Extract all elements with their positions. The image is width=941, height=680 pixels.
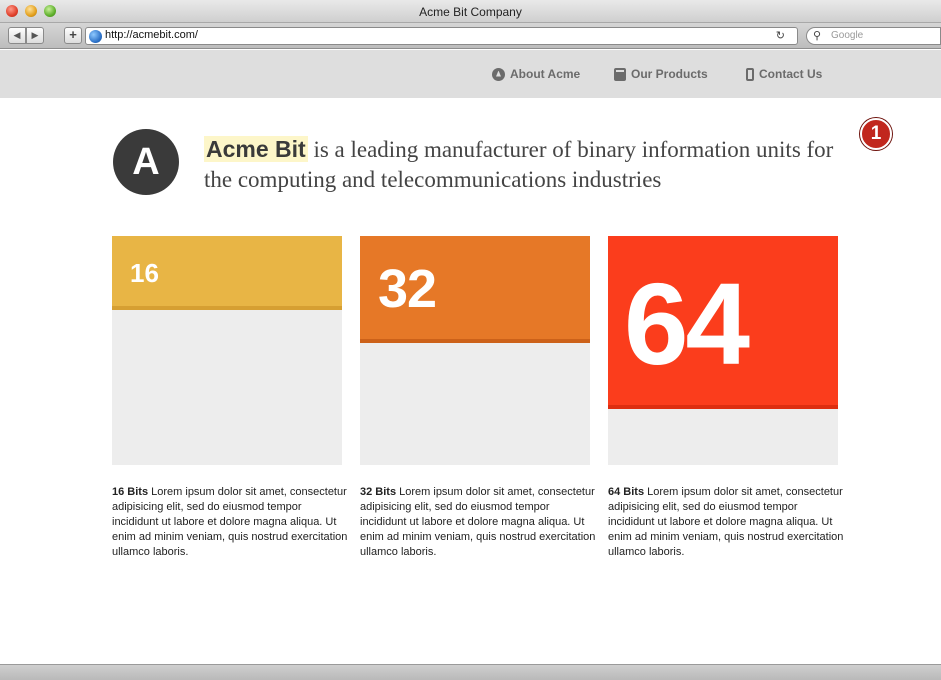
search-icon[interactable]: ⚲ xyxy=(813,29,821,42)
search-placeholder: Google xyxy=(831,30,864,41)
window-titlebar: Acme Bit Company xyxy=(0,0,941,23)
description-body: Lorem ipsum dolor sit amet, consectetur … xyxy=(608,486,844,558)
nav-link-label: Our Products xyxy=(631,67,708,81)
url-text[interactable]: http://acmebit.com/ xyxy=(105,29,198,41)
info-circle-icon xyxy=(492,67,505,81)
description-body: Lorem ipsum dolor sit amet, consectetur … xyxy=(112,486,348,558)
description-body: Lorem ipsum dolor sit amet, consectetur … xyxy=(360,486,596,558)
add-bookmark-button[interactable]: + xyxy=(64,27,82,44)
product-card-32[interactable]: 32 xyxy=(360,236,590,465)
address-bar[interactable]: http://acmebit.com/ ↻ xyxy=(85,27,798,45)
card-number: 64 xyxy=(624,259,750,389)
site-navigation: About Acme Our Products Contact Us xyxy=(0,50,941,98)
product-card-64[interactable]: 64 xyxy=(608,236,838,465)
back-button[interactable]: ◀ xyxy=(8,27,26,44)
product-description-16: 16 Bits Lorem ipsum dolor sit amet, cons… xyxy=(112,485,348,560)
brand-name: Acme Bit xyxy=(204,136,308,162)
nav-link-label: About Acme xyxy=(510,67,581,81)
company-logo[interactable]: A xyxy=(113,129,179,195)
search-field[interactable]: ⚲ Google xyxy=(806,27,941,45)
annotation-badge: 1 xyxy=(860,118,892,150)
window-bottom-bar xyxy=(0,664,941,680)
browser-toolbar: ◀ ▶ + http://acmebit.com/ ↻ ⚲ Google xyxy=(0,23,941,49)
nav-link-label: Contact Us xyxy=(759,67,823,81)
reload-icon[interactable]: ↻ xyxy=(776,29,785,42)
window-title: Acme Bit Company xyxy=(419,5,522,19)
forward-button[interactable]: ▶ xyxy=(26,27,44,44)
nav-link-contact[interactable]: Contact Us xyxy=(746,67,822,81)
card-number: 32 xyxy=(378,259,437,319)
description-title: 64 Bits xyxy=(608,486,645,498)
card-number: 16 xyxy=(130,258,159,288)
hero-tagline: Acme Bit is a leading manufacturer of bi… xyxy=(204,134,844,195)
globe-icon xyxy=(89,30,102,43)
product-description-64: 64 Bits Lorem ipsum dolor sit amet, cons… xyxy=(608,485,844,560)
phone-icon xyxy=(746,67,754,81)
box-icon xyxy=(614,67,626,81)
description-title: 32 Bits xyxy=(360,486,397,498)
nav-link-about[interactable]: About Acme xyxy=(492,67,580,81)
nav-link-products[interactable]: Our Products xyxy=(614,67,708,81)
product-description-32: 32 Bits Lorem ipsum dolor sit amet, cons… xyxy=(360,485,596,560)
description-title: 16 Bits xyxy=(112,486,149,498)
product-card-16[interactable]: 16 xyxy=(112,236,342,465)
